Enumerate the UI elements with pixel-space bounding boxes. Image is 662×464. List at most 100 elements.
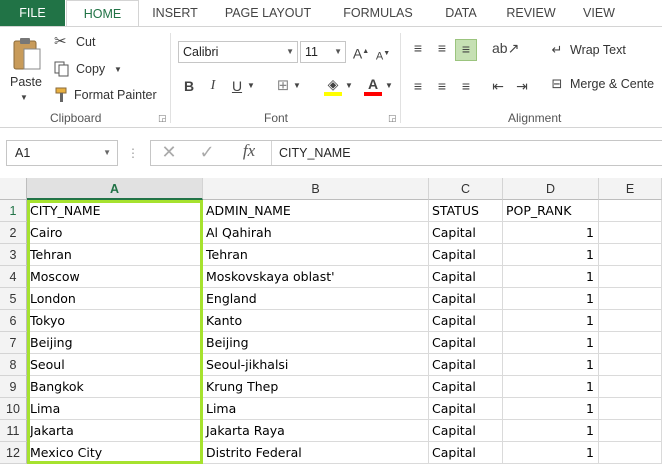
decrease-indent-icon[interactable]: ⇤ — [488, 77, 508, 95]
table-cell[interactable] — [599, 442, 662, 464]
table-cell[interactable]: Capital — [429, 376, 503, 398]
table-cell[interactable]: Moskovskaya oblast' — [203, 266, 429, 288]
table-cell[interactable]: Moscow — [27, 266, 203, 288]
tab-home[interactable]: HOME — [66, 0, 139, 27]
column-header-a[interactable]: A — [27, 178, 203, 200]
table-cell[interactable] — [599, 244, 662, 266]
table-cell[interactable]: Capital — [429, 244, 503, 266]
align-right-icon[interactable]: ≡ — [456, 77, 476, 95]
font-name-select[interactable]: Calibri ▼ — [178, 41, 298, 63]
table-cell[interactable]: 1 — [503, 420, 599, 442]
table-cell[interactable]: 1 — [503, 398, 599, 420]
tab-insert[interactable]: INSERT — [150, 0, 200, 26]
name-box[interactable]: A1 ▼ — [6, 140, 118, 166]
table-cell[interactable]: Capital — [429, 222, 503, 244]
increase-indent-icon[interactable]: ⇥ — [512, 77, 532, 95]
table-cell[interactable] — [599, 200, 662, 222]
table-cell[interactable]: 1 — [503, 288, 599, 310]
tab-formulas[interactable]: FORMULAS — [336, 0, 420, 26]
table-cell[interactable] — [599, 266, 662, 288]
borders-icon[interactable]: ⊞ — [274, 77, 292, 95]
table-cell[interactable]: Kanto — [203, 310, 429, 332]
table-cell[interactable]: 1 — [503, 222, 599, 244]
row-header[interactable]: 9 — [0, 376, 27, 398]
table-cell[interactable] — [599, 398, 662, 420]
table-cell[interactable] — [599, 310, 662, 332]
column-header-d[interactable]: D — [503, 178, 599, 200]
table-cell[interactable]: 1 — [503, 244, 599, 266]
enter-icon[interactable]: ✓ — [197, 143, 217, 161]
table-cell[interactable]: London — [27, 288, 203, 310]
table-cell[interactable] — [599, 332, 662, 354]
table-cell[interactable]: 1 — [503, 442, 599, 464]
clipboard-launcher-icon[interactable]: ◲ — [158, 113, 167, 124]
italic-button[interactable]: I — [204, 77, 222, 95]
align-top-icon[interactable]: ≡ — [408, 39, 428, 57]
table-cell[interactable]: Tokyo — [27, 310, 203, 332]
table-cell[interactable]: Tehran — [27, 244, 203, 266]
table-cell[interactable]: 1 — [503, 266, 599, 288]
table-cell[interactable]: Capital — [429, 398, 503, 420]
cut-button[interactable]: ✂ Cut — [54, 33, 114, 53]
table-cell[interactable] — [599, 420, 662, 442]
table-cell[interactable]: Jakarta — [27, 420, 203, 442]
copy-button[interactable]: Copy ▼ — [54, 59, 134, 79]
table-cell[interactable]: Bangkok — [27, 376, 203, 398]
table-cell[interactable] — [599, 354, 662, 376]
table-cell[interactable]: Tehran — [203, 244, 429, 266]
table-cell[interactable]: Capital — [429, 354, 503, 376]
table-cell[interactable]: POP_RANK — [503, 200, 599, 222]
bold-button[interactable]: B — [180, 77, 198, 95]
table-cell[interactable]: Capital — [429, 266, 503, 288]
column-header-e[interactable]: E — [599, 178, 662, 200]
table-cell[interactable] — [599, 222, 662, 244]
font-size-select[interactable]: 11 ▼ — [300, 41, 346, 63]
row-header[interactable]: 6 — [0, 310, 27, 332]
format-painter-button[interactable]: Format Painter — [54, 85, 164, 105]
row-header[interactable]: 8 — [0, 354, 27, 376]
tab-file[interactable]: FILE — [0, 0, 65, 26]
table-cell[interactable]: Seoul-jikhalsi — [203, 354, 429, 376]
row-header[interactable]: 12 — [0, 442, 27, 464]
grow-font-button[interactable]: A▲ — [352, 43, 370, 63]
table-cell[interactable]: Beijing — [27, 332, 203, 354]
orientation-icon[interactable]: ab↗ — [492, 39, 519, 57]
table-cell[interactable]: Beijing — [203, 332, 429, 354]
align-left-icon[interactable]: ≡ — [408, 77, 428, 95]
row-header[interactable]: 3 — [0, 244, 27, 266]
row-header[interactable]: 5 — [0, 288, 27, 310]
table-cell[interactable]: Capital — [429, 332, 503, 354]
row-header[interactable]: 2 — [0, 222, 27, 244]
table-cell[interactable]: Capital — [429, 420, 503, 442]
table-cell[interactable]: Lima — [27, 398, 203, 420]
table-cell[interactable]: 1 — [503, 354, 599, 376]
table-cell[interactable]: Distrito Federal — [203, 442, 429, 464]
table-cell[interactable]: Cairo — [27, 222, 203, 244]
chevron-down-icon[interactable]: ▼ — [384, 77, 394, 95]
row-header[interactable]: 1 — [0, 200, 27, 222]
insert-function-button[interactable]: fx — [237, 142, 261, 160]
wrap-text-button[interactable]: ↵ Wrap Text — [548, 41, 662, 61]
table-cell[interactable]: Seoul — [27, 354, 203, 376]
table-cell[interactable]: Krung Thep — [203, 376, 429, 398]
table-cell[interactable]: 1 — [503, 376, 599, 398]
table-cell[interactable]: ADMIN_NAME — [203, 200, 429, 222]
table-cell[interactable]: STATUS — [429, 200, 503, 222]
font-color-button[interactable]: A — [362, 75, 384, 97]
select-all-corner[interactable] — [0, 178, 27, 200]
tab-data[interactable]: DATA — [434, 0, 488, 26]
table-cell[interactable]: England — [203, 288, 429, 310]
table-cell[interactable]: 1 — [503, 310, 599, 332]
table-cell[interactable]: Capital — [429, 288, 503, 310]
column-header-c[interactable]: C — [429, 178, 503, 200]
row-header[interactable]: 10 — [0, 398, 27, 420]
table-cell[interactable] — [599, 376, 662, 398]
underline-button[interactable]: U — [228, 77, 246, 95]
tab-view[interactable]: VIEW — [574, 0, 624, 26]
shrink-font-button[interactable]: A▼ — [374, 45, 392, 66]
chevron-down-icon[interactable]: ▼ — [246, 77, 256, 95]
row-header[interactable]: 4 — [0, 266, 27, 288]
tab-page-layout[interactable]: PAGE LAYOUT — [218, 0, 318, 26]
tab-review[interactable]: REVIEW — [500, 0, 562, 26]
align-bottom-icon[interactable]: ≡ — [455, 39, 477, 61]
